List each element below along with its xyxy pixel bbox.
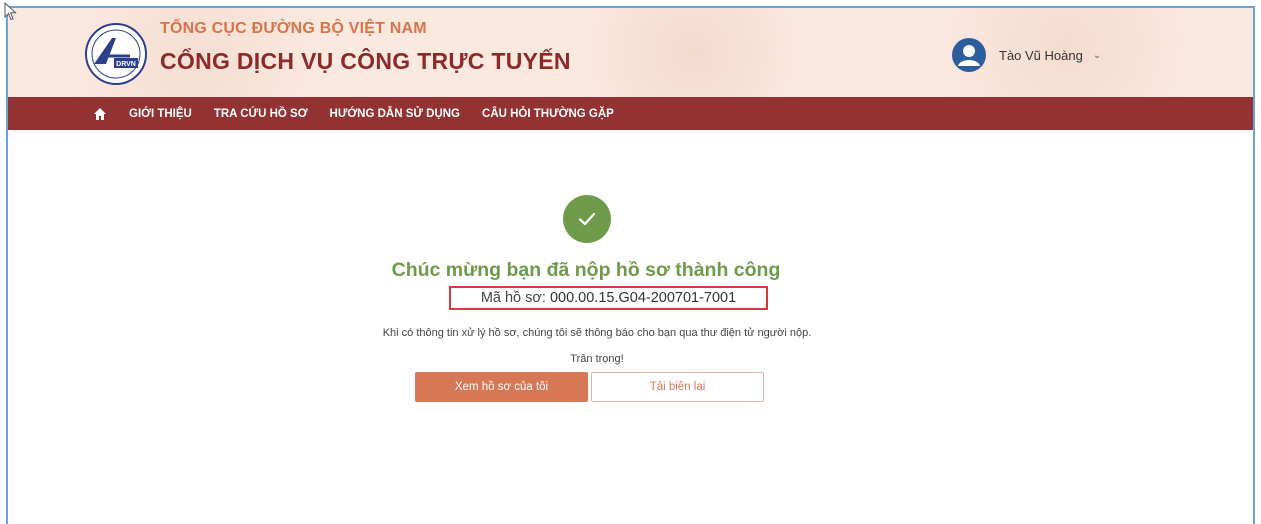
user-name: Tào Vũ Hoàng	[999, 47, 1083, 63]
mouse-cursor-icon	[4, 2, 17, 21]
success-message: Chúc mừng bạn đã nộp hồ sơ thành công	[391, 259, 781, 281]
record-code-value: 000.00.15.G04-200701-7001	[549, 290, 737, 306]
user-avatar-icon	[952, 38, 986, 72]
site-header: DRVN TỔNG CỤC ĐƯỜNG BỘ VIỆT NAM CỔNG DỊC…	[8, 8, 1253, 97]
nav-item-tra-cuu-ho-so[interactable]: TRA CỨU HỒ SƠ	[214, 108, 308, 120]
nav-item-gioi-thieu[interactable]: GIỚI THIỆU	[129, 108, 192, 120]
view-my-records-button[interactable]: Xem hồ sơ của tôi	[415, 372, 588, 402]
regards-text: Trân trọng!	[570, 353, 624, 365]
browser-frame: DRVN TỔNG CỤC ĐƯỜNG BỘ VIỆT NAM CỔNG DỊC…	[6, 6, 1255, 524]
record-code-box: Mã hồ sơ: 000.00.15.G04-200701-7001	[449, 286, 768, 310]
check-icon	[563, 195, 611, 243]
download-receipt-button[interactable]: Tải biên lai	[591, 372, 764, 402]
org-name: TỔNG CỤC ĐƯỜNG BỘ VIỆT NAM	[160, 20, 427, 37]
user-menu[interactable]: Tào Vũ Hoàng ⌄	[951, 37, 1101, 73]
email-notice: Khi có thông tin xử lý hồ sơ, chúng tôi …	[382, 327, 812, 339]
nav-item-cau-hoi-thuong-gap[interactable]: CÂU HỎI THƯỜNG GẶP	[482, 108, 614, 120]
record-code-label: Mã hồ sơ:	[480, 290, 546, 306]
nav-item-huong-dan-su-dung[interactable]: HƯỚNG DẪN SỬ DỤNG	[330, 108, 460, 120]
main-nav: GIỚI THIỆU TRA CỨU HỒ SƠ HƯỚNG DẪN SỬ DỤ…	[8, 97, 1253, 130]
home-icon[interactable]	[93, 107, 107, 121]
drvn-logo[interactable]: DRVN	[84, 22, 148, 86]
chevron-down-icon[interactable]: ⌄	[1093, 50, 1101, 61]
svg-text:DRVN: DRVN	[116, 61, 136, 68]
portal-title[interactable]: CỔNG DỊCH VỤ CÔNG TRỰC TUYẾN	[160, 48, 571, 75]
